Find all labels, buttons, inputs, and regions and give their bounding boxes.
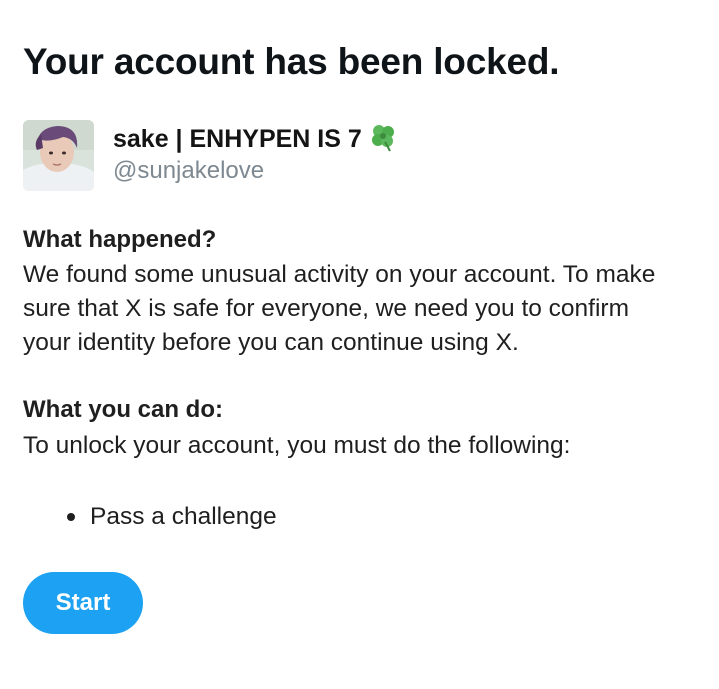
account-profile: sake | ENHYPEN IS 7 @sunjakelove	[23, 120, 523, 191]
what-you-can-do-heading: What you can do:	[23, 396, 223, 423]
what-happened-heading: What happened?	[23, 226, 217, 253]
step-label: Pass a challenge	[90, 503, 277, 530]
list-item: Pass a challenge	[67, 500, 277, 534]
display-name: sake | ENHYPEN IS 7	[113, 122, 398, 159]
user-avatar-photo	[23, 120, 94, 191]
what-happened-text: We found some unusual activity on your a…	[23, 261, 656, 356]
display-name-text: sake | ENHYPEN IS 7	[113, 125, 362, 153]
page-title: Your account has been locked.	[23, 41, 560, 82]
bullet-icon	[67, 513, 75, 521]
avatar	[23, 120, 94, 191]
start-button[interactable]: Start	[23, 572, 143, 634]
account-handle: @sunjakelove	[113, 157, 265, 184]
four-leaf-clover-icon	[368, 122, 398, 159]
required-steps-list: Pass a challenge	[67, 500, 277, 534]
what-you-can-do-text: To unlock your account, you must do the …	[23, 432, 571, 459]
